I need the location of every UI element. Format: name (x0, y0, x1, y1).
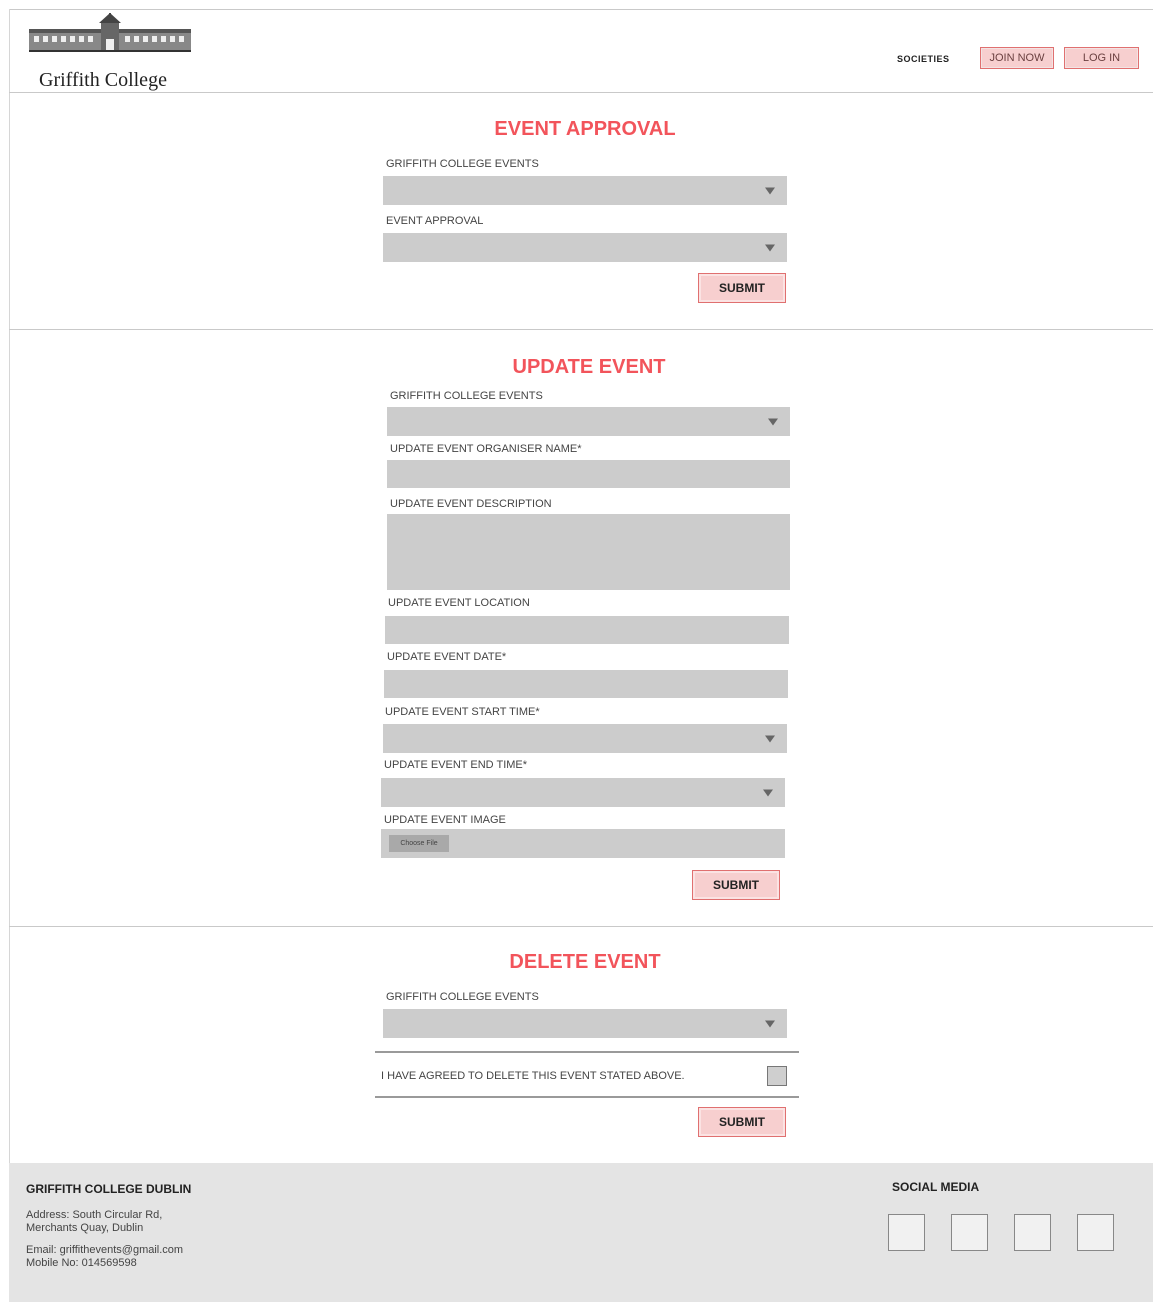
header: Griffith College SOCIETIES JOIN NOW LOG … (9, 9, 1153, 93)
approval-events-select[interactable] (383, 176, 787, 205)
agree-divider-top (375, 1051, 799, 1053)
approval-events-label: GRIFFITH COLLEGE EVENTS (386, 158, 539, 170)
social-media-link-4[interactable] (1077, 1214, 1114, 1251)
social-media-link-1[interactable] (888, 1214, 925, 1251)
delete-event-title: DELETE EVENT (509, 951, 661, 973)
logo-text: Griffith College (39, 69, 167, 91)
delete-events-select[interactable] (383, 1009, 787, 1038)
date-label: UPDATE EVENT DATE* (387, 651, 507, 663)
log-in-button[interactable]: LOG IN (1064, 47, 1139, 69)
social-media-title: SOCIAL MEDIA (892, 1180, 980, 1194)
organiser-name-input[interactable] (387, 460, 790, 488)
footer: GRIFFITH COLLEGE DUBLIN Address: South C… (9, 1163, 1153, 1302)
location-label: UPDATE EVENT LOCATION (388, 597, 530, 609)
social-media-link-2[interactable] (951, 1214, 988, 1251)
agree-divider-bottom (375, 1096, 799, 1098)
footer-org-name: GRIFFITH COLLEGE DUBLIN (26, 1182, 192, 1196)
start-time-select[interactable] (383, 724, 787, 753)
chevron-down-icon (765, 1020, 775, 1027)
nav-societies-link[interactable]: SOCIETIES (897, 54, 950, 64)
college-building-icon (29, 13, 191, 52)
logo[interactable]: Griffith College (25, 13, 205, 91)
approval-status-label: EVENT APPROVAL (386, 215, 484, 227)
chevron-down-icon (765, 244, 775, 251)
description-textarea[interactable] (387, 514, 790, 590)
approval-status-select[interactable] (383, 233, 787, 262)
approval-submit-button[interactable]: SUBMIT (698, 273, 786, 303)
section-divider (9, 926, 1153, 927)
agree-checkbox[interactable] (767, 1066, 787, 1086)
choose-file-button[interactable]: Choose File (389, 835, 449, 852)
description-label: UPDATE EVENT DESCRIPTION (390, 498, 552, 510)
footer-address: Address: South Circular Rd, Merchants Qu… (26, 1209, 163, 1234)
update-event-title: UPDATE EVENT (512, 356, 666, 378)
join-now-button[interactable]: JOIN NOW (980, 47, 1054, 69)
chevron-down-icon (765, 735, 775, 742)
social-media-link-3[interactable] (1014, 1214, 1051, 1251)
delete-events-label: GRIFFITH COLLEGE EVENTS (386, 991, 539, 1003)
update-submit-button[interactable]: SUBMIT (692, 870, 780, 900)
date-input[interactable] (384, 670, 788, 698)
agree-label: I HAVE AGREED TO DELETE THIS EVENT STATE… (381, 1070, 685, 1082)
start-time-label: UPDATE EVENT START TIME* (385, 706, 540, 718)
end-time-select[interactable] (381, 778, 785, 807)
update-events-label: GRIFFITH COLLEGE EVENTS (390, 390, 543, 402)
image-label: UPDATE EVENT IMAGE (384, 814, 506, 826)
end-time-label: UPDATE EVENT END TIME* (384, 759, 528, 771)
chevron-down-icon (765, 187, 775, 194)
left-border (9, 9, 10, 1163)
location-input[interactable] (385, 616, 789, 644)
chevron-down-icon (763, 789, 773, 796)
organiser-name-label: UPDATE EVENT ORGANISER NAME* (390, 443, 582, 455)
chevron-down-icon (768, 418, 778, 425)
header-divider (9, 92, 1153, 93)
image-file-input[interactable]: Choose File (381, 829, 785, 858)
event-approval-title: EVENT APPROVAL (494, 118, 676, 140)
update-events-select[interactable] (387, 407, 790, 436)
section-divider (9, 329, 1153, 330)
footer-contact: Email: griffithevents@gmail.com Mobile N… (26, 1244, 184, 1269)
delete-submit-button[interactable]: SUBMIT (698, 1107, 786, 1137)
